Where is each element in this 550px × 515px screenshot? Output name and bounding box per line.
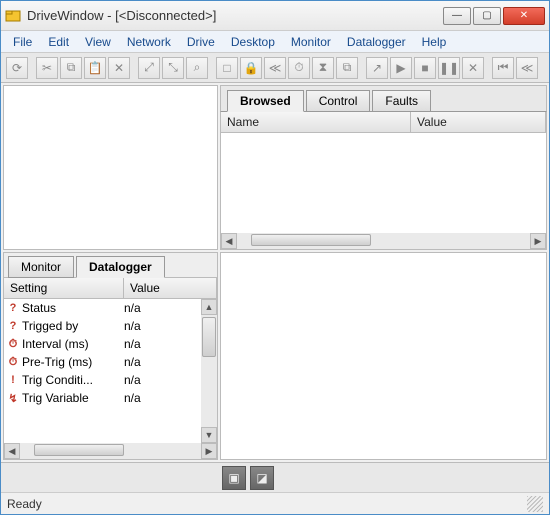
upper-panes: BrowsedControlFaults Name Value ◀ ▶ xyxy=(1,83,549,252)
toolbar-button[interactable]: ⌕ xyxy=(186,57,208,79)
lower-panes: MonitorDatalogger Setting Value ?Statusn… xyxy=(1,252,549,462)
row-icon: ⏱ xyxy=(6,356,20,369)
bottom-button[interactable]: ▣ xyxy=(222,466,246,490)
scroll-thumb[interactable] xyxy=(251,234,371,246)
toolbar-button[interactable]: ▶ xyxy=(390,57,412,79)
bottom-toolbar: ▣◪ xyxy=(1,462,549,492)
browse-grid-body[interactable]: ◀ ▶ xyxy=(220,133,547,250)
close-button[interactable]: ✕ xyxy=(503,7,545,25)
bottom-button[interactable]: ◪ xyxy=(250,466,274,490)
menu-file[interactable]: File xyxy=(5,33,40,51)
detail-pane[interactable] xyxy=(220,252,547,460)
menu-drive[interactable]: Drive xyxy=(179,33,223,51)
toolbar-button[interactable]: ✕ xyxy=(108,57,130,79)
toolbar-button[interactable]: 🔒 xyxy=(240,57,262,79)
row-setting: Interval (ms) xyxy=(20,337,124,351)
toolbar-button[interactable]: ⟳ xyxy=(6,57,28,79)
row-icon: ? xyxy=(6,320,20,332)
toolbar-button[interactable]: ❚❚ xyxy=(438,57,460,79)
browse-hscroll[interactable]: ◀ ▶ xyxy=(221,233,546,249)
row-setting: Pre-Trig (ms) xyxy=(20,355,124,369)
toolbar-button[interactable]: ⧗ xyxy=(312,57,334,79)
scroll-right-icon[interactable]: ▶ xyxy=(201,443,217,459)
tab-control[interactable]: Control xyxy=(306,90,371,112)
datalogger-vscroll[interactable]: ▲ ▼ xyxy=(201,299,217,443)
scroll-left-icon[interactable]: ◀ xyxy=(4,443,20,459)
column-value[interactable]: Value xyxy=(411,112,546,132)
column-value[interactable]: Value xyxy=(124,278,217,298)
app-icon xyxy=(5,8,21,24)
status-text: Ready xyxy=(7,497,42,511)
toolbar: ⟳✂⧉📋✕⤢⤡⌕□🔒≪⏱⧗⧉↗▶■❚❚✕⏮≪ xyxy=(1,53,549,83)
minimize-button[interactable]: — xyxy=(443,7,471,25)
tab-monitor[interactable]: Monitor xyxy=(8,256,74,278)
toolbar-button[interactable]: ⧉ xyxy=(336,57,358,79)
datalogger-hscroll[interactable]: ◀ ▶ xyxy=(4,443,217,459)
app-window: DriveWindow - [<Disconnected>] — ▢ ✕ Fil… xyxy=(0,0,550,515)
datalogger-row[interactable]: ↯Trig Variablen/a xyxy=(4,389,217,407)
menu-monitor[interactable]: Monitor xyxy=(283,33,339,51)
menu-view[interactable]: View xyxy=(77,33,119,51)
tab-browsed[interactable]: Browsed xyxy=(227,90,304,112)
datalogger-row[interactable]: ?Trigged byn/a xyxy=(4,317,217,335)
menu-edit[interactable]: Edit xyxy=(40,33,77,51)
toolbar-button[interactable]: ✂ xyxy=(36,57,58,79)
datalogger-header: Setting Value xyxy=(4,277,217,299)
row-setting: Status xyxy=(20,301,124,315)
toolbar-button[interactable]: ⤢ xyxy=(138,57,160,79)
datalogger-body[interactable]: ?Statusn/a?Trigged byn/a⏱Interval (ms)n/… xyxy=(4,299,217,459)
window-title: DriveWindow - [<Disconnected>] xyxy=(27,8,443,23)
scroll-up-icon[interactable]: ▲ xyxy=(201,299,217,315)
scroll-thumb[interactable] xyxy=(34,444,124,456)
menu-desktop[interactable]: Desktop xyxy=(223,33,283,51)
toolbar-button[interactable]: ↗ xyxy=(366,57,388,79)
menu-datalogger[interactable]: Datalogger xyxy=(339,33,414,51)
client-area: BrowsedControlFaults Name Value ◀ ▶ Moni… xyxy=(1,83,549,462)
browse-pane: BrowsedControlFaults Name Value ◀ ▶ xyxy=(220,85,547,250)
browse-grid-header: Name Value xyxy=(220,111,547,133)
statusbar: Ready xyxy=(1,492,549,514)
datalogger-row[interactable]: ?Statusn/a xyxy=(4,299,217,317)
toolbar-button[interactable]: ⏱ xyxy=(288,57,310,79)
toolbar-button[interactable]: ■ xyxy=(414,57,436,79)
scroll-vthumb[interactable] xyxy=(202,317,216,357)
datalogger-row[interactable]: ⏱Pre-Trig (ms)n/a xyxy=(4,353,217,371)
toolbar-button[interactable]: ≪ xyxy=(264,57,286,79)
row-icon: ↯ xyxy=(6,392,20,405)
toolbar-button[interactable]: ✕ xyxy=(462,57,484,79)
browse-tabs: BrowsedControlFaults xyxy=(220,85,547,111)
datalogger-pane: MonitorDatalogger Setting Value ?Statusn… xyxy=(3,252,218,460)
scroll-left-icon[interactable]: ◀ xyxy=(221,233,237,249)
column-setting[interactable]: Setting xyxy=(4,278,124,298)
toolbar-button[interactable]: ≪ xyxy=(516,57,538,79)
maximize-button[interactable]: ▢ xyxy=(473,7,501,25)
menu-network[interactable]: Network xyxy=(119,33,179,51)
toolbar-button[interactable]: ⧉ xyxy=(60,57,82,79)
toolbar-button[interactable]: □ xyxy=(216,57,238,79)
row-setting: Trig Variable xyxy=(20,391,124,405)
toolbar-button[interactable]: 📋 xyxy=(84,57,106,79)
monitor-tabs: MonitorDatalogger xyxy=(4,253,217,277)
scroll-down-icon[interactable]: ▼ xyxy=(201,427,217,443)
row-icon: ! xyxy=(6,374,20,386)
titlebar[interactable]: DriveWindow - [<Disconnected>] — ▢ ✕ xyxy=(1,1,549,31)
menubar: FileEditViewNetworkDriveDesktopMonitorDa… xyxy=(1,31,549,53)
tab-faults[interactable]: Faults xyxy=(372,90,431,112)
row-setting: Trig Conditi... xyxy=(20,373,124,387)
resize-grip[interactable] xyxy=(527,496,543,512)
datalogger-row[interactable]: ⏱Interval (ms)n/a xyxy=(4,335,217,353)
column-name[interactable]: Name xyxy=(221,112,411,132)
row-setting: Trigged by xyxy=(20,319,124,333)
datalogger-row[interactable]: !Trig Conditi...n/a xyxy=(4,371,217,389)
toolbar-button[interactable]: ⏮ xyxy=(492,57,514,79)
scroll-right-icon[interactable]: ▶ xyxy=(530,233,546,249)
menu-help[interactable]: Help xyxy=(414,33,455,51)
tree-pane[interactable] xyxy=(3,85,218,250)
tab-datalogger[interactable]: Datalogger xyxy=(76,256,165,278)
row-icon: ? xyxy=(6,302,20,314)
row-icon: ⏱ xyxy=(6,338,20,351)
toolbar-button[interactable]: ⤡ xyxy=(162,57,184,79)
